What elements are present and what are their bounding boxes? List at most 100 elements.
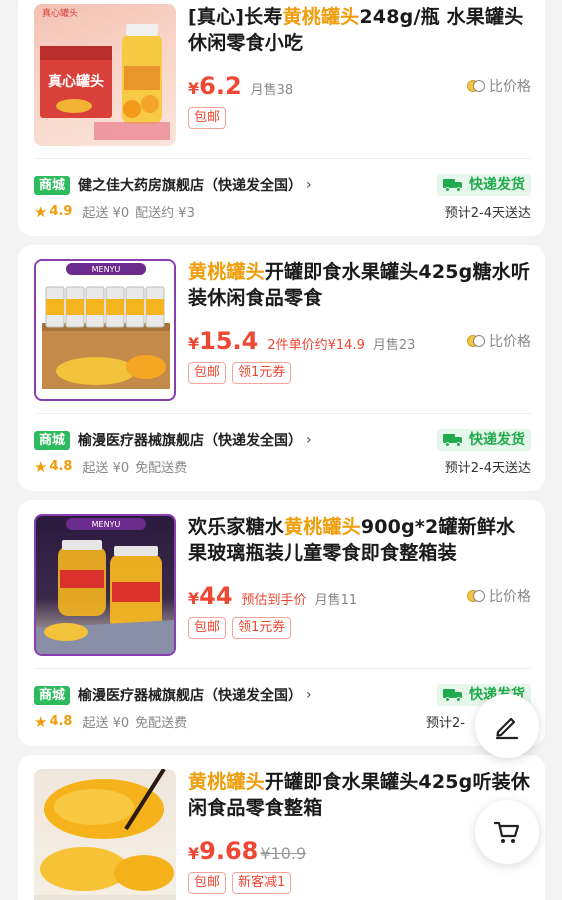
store-meta: ★ 4.8 起送 ¥0 免配送费 预计2-4天送达 (34, 457, 531, 477)
price-row: ¥ 9.68 ¥10.9 (188, 837, 306, 865)
delivery-fee: 免配送费 (135, 461, 188, 476)
chevron-right-icon: › (306, 177, 312, 193)
delivery-fee: 配送约 ¥3 (135, 206, 195, 221)
title-highlight: 黄桃罐头 (188, 771, 265, 793)
monthly-sales: 月售38 (250, 83, 294, 98)
chevron-right-icon: › (306, 687, 312, 703)
chevron-right-icon: › (306, 432, 312, 448)
truck-icon (443, 688, 463, 702)
price: 15.4 (199, 327, 259, 355)
coins-icon (467, 80, 485, 92)
monthly-sales: 月售23 (372, 338, 416, 353)
currency-symbol: ¥ (188, 844, 200, 863)
coins-icon (467, 335, 485, 347)
price-row: ¥ 44 预估到手价 月售11 (188, 582, 357, 610)
product-card[interactable]: MENYU 黄桃罐头开罐即食水果罐头425g糖水听装休闲食品零食 ¥ 15.4 … (18, 245, 545, 491)
store-row[interactable]: 商城 榆漫医疗器械旗舰店（快递发全国） › 快递发货 (34, 429, 531, 451)
free-shipping-tag: 包邮 (188, 362, 227, 384)
store-rating: 4.8 (49, 459, 73, 474)
product-image[interactable]: MENYU (34, 259, 176, 401)
currency-symbol: ¥ (188, 79, 200, 98)
currency-symbol: ¥ (188, 589, 200, 608)
product-image[interactable]: 真心罐头 真心罐头 (34, 4, 176, 146)
currency-symbol: ¥ (188, 334, 200, 353)
title-highlight: 黄桃罐头 (188, 261, 265, 283)
store-name[interactable]: 健之佳大药房旗舰店（快递发全国） (78, 175, 302, 195)
promo-tags: 包邮 新客减1 (188, 872, 292, 894)
truck-icon (443, 433, 463, 447)
compare-price-button[interactable]: 比价格 (467, 331, 531, 351)
store-rating: 4.8 (49, 714, 73, 729)
free-shipping-tag: 包邮 (188, 107, 227, 129)
cart-button[interactable] (475, 800, 539, 864)
compare-label: 比价格 (489, 79, 531, 95)
price: 44 (199, 582, 233, 610)
promo-tags: 包邮 领1元券 (188, 617, 292, 639)
store-rating: 4.9 (49, 204, 73, 219)
edit-button[interactable] (475, 694, 539, 758)
delivery-eta: 预计2-4天送达 (444, 461, 531, 476)
store-name[interactable]: 榆漫医疗器械旗舰店（快递发全国） (78, 430, 302, 450)
price: 6.2 (199, 72, 242, 100)
monthly-sales: 月售11 (314, 593, 358, 608)
svg-text:MENYU: MENYU (92, 265, 121, 274)
promo-tags: 包邮 (188, 107, 227, 129)
ship-label: 快递发货 (469, 177, 525, 193)
coins-icon (467, 590, 485, 602)
mall-badge: 商城 (34, 430, 71, 450)
svg-text:真心罐头: 真心罐头 (48, 73, 104, 90)
coupon-tag[interactable]: 领1元券 (232, 362, 292, 384)
delivery-eta: 预计2- (426, 716, 465, 731)
product-card[interactable]: MENYU 欢乐家糖水黄桃罐头900g*2罐新鲜水果玻璃瓶装儿童零食即食整箱装 … (18, 500, 545, 746)
product-title[interactable]: 欢乐家糖水黄桃罐头900g*2罐新鲜水果玻璃瓶装儿童零食即食整箱装 (188, 514, 534, 566)
new-customer-tag: 新客减1 (232, 872, 292, 894)
free-shipping-tag: 包邮 (188, 617, 227, 639)
divider (34, 413, 531, 414)
min-order: 起送 ¥0 (82, 206, 130, 221)
divider (34, 668, 531, 669)
promo-tags: 包邮 领1元券 (188, 362, 292, 384)
price-row: ¥ 15.4 2件单价约¥14.9 月售23 (188, 327, 415, 355)
compare-price-button[interactable]: 比价格 (467, 76, 531, 96)
compare-label: 比价格 (489, 334, 531, 350)
cart-icon (493, 821, 520, 843)
divider (34, 158, 531, 159)
store-meta: ★ 4.8 起送 ¥0 免配送费 预计2- (34, 712, 531, 732)
compare-price-button[interactable]: 比价格 (467, 586, 531, 606)
title-text: [真心]长寿 (188, 6, 283, 28)
product-image[interactable] (34, 769, 176, 900)
store-meta: ★ 4.9 起送 ¥0 配送约 ¥3 预计2-4天送达 (34, 202, 531, 222)
min-order: 起送 ¥0 (82, 461, 130, 476)
product-image[interactable]: MENYU (34, 514, 176, 656)
star-icon: ★ (34, 457, 48, 476)
mall-badge: 商城 (34, 685, 71, 705)
delivery-fee: 免配送费 (135, 716, 188, 731)
compare-label: 比价格 (489, 589, 531, 605)
title-text: 欢乐家糖水 (188, 516, 285, 538)
product-title[interactable]: 黄桃罐头开罐即食水果罐头425g糖水听装休闲食品零食 (188, 259, 534, 311)
store-row[interactable]: 商城 榆漫医疗器械旗舰店（快递发全国） › 快递发货 (34, 684, 531, 706)
unit-price: 2件单价约¥14.9 (267, 338, 365, 353)
estimated-price-label: 预估到手价 (241, 593, 307, 608)
free-shipping-tag: 包邮 (188, 872, 227, 894)
star-icon: ★ (34, 712, 48, 731)
title-highlight: 黄桃罐头 (284, 516, 361, 538)
product-title[interactable]: [真心]长寿黄桃罐头248g/瓶 水果罐头休闲零食小吃 (188, 4, 534, 56)
coupon-tag[interactable]: 领1元券 (232, 617, 292, 639)
product-card[interactable]: 黄桃罐头开罐即食水果罐头425g听装休闲食品零食整箱 ¥ 9.68 ¥10.9 … (18, 755, 545, 900)
pencil-icon (495, 717, 519, 740)
mall-badge: 商城 (34, 175, 71, 195)
star-icon: ★ (34, 202, 48, 221)
store-name[interactable]: 榆漫医疗器械旗舰店（快递发全国） (78, 685, 302, 705)
title-highlight: 黄桃罐头 (282, 6, 360, 28)
product-card[interactable]: 真心罐头 真心罐头 [真心]长寿黄桃罐头248g/瓶 水果罐头休闲零食小吃 ¥ … (18, 0, 545, 236)
express-shipping-badge: 快递发货 (437, 429, 531, 451)
express-shipping-badge: 快递发货 (437, 174, 531, 196)
min-order: 起送 ¥0 (82, 716, 130, 731)
delivery-eta: 预计2-4天送达 (444, 206, 531, 221)
svg-text:MENYU: MENYU (92, 520, 121, 529)
price: 9.68 (199, 837, 259, 865)
store-row[interactable]: 商城 健之佳大药房旗舰店（快递发全国） › 快递发货 (34, 174, 531, 196)
svg-text:真心罐头: 真心罐头 (42, 7, 78, 19)
ship-label: 快递发货 (469, 432, 525, 448)
